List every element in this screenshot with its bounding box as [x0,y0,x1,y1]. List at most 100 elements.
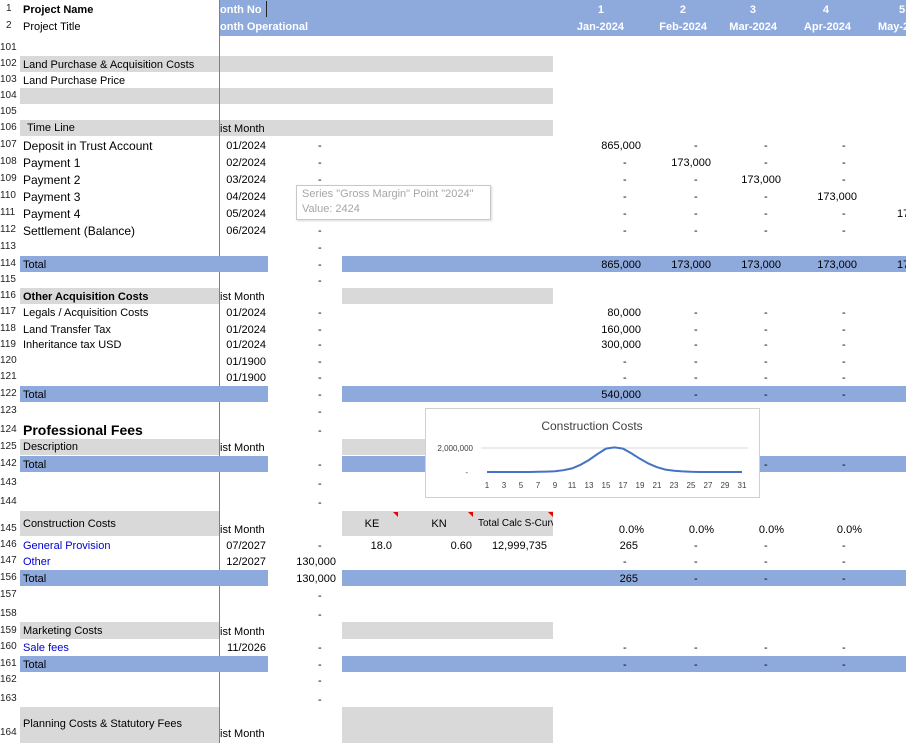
cell-dash[interactable]: - [764,323,768,337]
cell-dash[interactable]: - [842,139,846,153]
cell-date[interactable]: 01/2024 [220,139,266,153]
kn-header[interactable]: KN [410,517,468,531]
cell-header[interactable]: ist Month [220,290,265,304]
cell-dash[interactable]: - [842,539,846,553]
ke-header[interactable]: KE [342,517,402,531]
cell-label[interactable]: General Provision [23,539,110,553]
cell-label[interactable]: Other [23,555,51,569]
cell-dash[interactable]: - [842,355,846,369]
cell-value[interactable]: 130,000 [270,555,336,569]
cell-dash[interactable]: - [764,190,768,204]
cell-dash[interactable]: - [842,224,846,238]
cell-dash[interactable]: - [764,306,768,320]
cell-dash[interactable]: - [842,323,846,337]
cell-label[interactable]: Land Purchase Price [23,74,125,88]
cell-date[interactable]: 01/2024 [220,323,266,337]
cell-date[interactable]: 06/2024 [220,224,266,238]
cell-dash[interactable]: - [318,608,322,622]
cell-dash[interactable]: - [842,641,846,655]
cell-dash[interactable]: - [623,371,627,385]
cell-header[interactable]: ist Month [220,122,265,136]
total-dash[interactable]: - [764,572,768,586]
cell-dash[interactable]: - [694,190,698,204]
cell-dash[interactable]: - [318,306,322,320]
cell-dash[interactable]: - [764,555,768,569]
cell-value[interactable]: 17 [897,207,906,221]
total-value[interactable]: 17 [897,258,906,272]
cell-label[interactable]: Sale fees [23,641,69,655]
cell-dash[interactable]: - [318,323,322,337]
cell-date[interactable]: 05/2024 [220,207,266,221]
cell-dash[interactable]: - [318,338,322,352]
cell-percent[interactable]: 0.0% [780,523,862,537]
cell-dash[interactable]: - [318,641,322,655]
cell-dash[interactable]: - [764,539,768,553]
total-dash[interactable]: - [842,388,846,402]
cell-dash[interactable]: - [694,207,698,221]
cell-percent[interactable]: 0.0% [560,523,644,537]
total-label[interactable]: Total [23,258,46,272]
cell-dash[interactable]: - [623,173,627,187]
cell-label[interactable]: Time Line [27,121,75,135]
ke-value[interactable]: 18.0 [342,539,392,553]
total-value[interactable]: 173,000 [640,258,711,272]
cell-dash[interactable]: - [842,156,846,170]
total-dash[interactable]: - [842,658,846,672]
cell-dash[interactable]: - [623,190,627,204]
cell-dash[interactable]: - [318,241,322,255]
construction-costs-chart[interactable]: Construction Costs 2,000,000 - 1 3 5 7 9 11 13… [425,408,760,498]
total-value[interactable]: 265 [560,572,638,586]
cell-dash[interactable]: - [694,338,698,352]
cell-dash[interactable]: - [318,274,322,288]
cell-label[interactable]: Deposit in Trust Account [23,139,152,153]
cell-dash[interactable]: - [764,641,768,655]
cell-dash[interactable]: - [764,156,768,170]
cell-dash[interactable]: - [623,555,627,569]
cell-dash[interactable]: - [623,207,627,221]
cell-dash[interactable]: - [318,405,322,419]
project-title-cell[interactable]: Project Title [23,20,80,34]
cell-label[interactable]: Description [23,440,78,454]
total-value[interactable]: 173,000 [780,258,857,272]
total-value[interactable]: 173,000 [710,258,781,272]
cell-label[interactable]: Marketing Costs [23,624,102,638]
cell-value[interactable]: 130,000 [270,572,336,586]
total-label[interactable]: Total [23,572,46,586]
total-calc-value[interactable]: 12,999,735 [478,539,547,553]
cell-dash[interactable]: - [318,658,322,672]
cell-date[interactable]: 01/2024 [220,306,266,320]
cell-dash[interactable]: - [764,224,768,238]
total-dash[interactable]: - [694,388,698,402]
comment-indicator-icon[interactable] [548,512,553,517]
cell-dash[interactable]: - [318,424,322,438]
kn-value[interactable]: 0.60 [410,539,472,553]
comment-indicator-icon[interactable] [393,512,398,517]
cell-dash[interactable]: - [842,173,846,187]
cell-dash[interactable]: - [318,371,322,385]
cell-date[interactable]: 11/2026 [220,641,266,655]
project-name-cell[interactable]: Project Name [23,3,93,17]
cell-dash[interactable]: - [623,224,627,238]
cell-dash[interactable]: - [318,693,322,707]
total-dash[interactable]: - [764,458,768,472]
cell-dash[interactable]: - [694,555,698,569]
cell-label[interactable]: Payment 3 [23,190,80,204]
cell-header[interactable]: ist Month [220,625,265,639]
cell-dash[interactable]: - [318,388,322,402]
total-label[interactable]: Total [23,388,46,402]
cell-dash[interactable]: - [694,641,698,655]
cell-label[interactable]: Payment 4 [23,207,80,221]
cell-date[interactable]: 02/2024 [220,156,266,170]
cell-dash[interactable]: - [694,306,698,320]
cell-label[interactable]: Payment 1 [23,156,80,170]
cell-dash[interactable]: - [694,139,698,153]
cell-dash[interactable]: - [623,641,627,655]
series-line[interactable] [487,446,742,473]
cell-dash[interactable]: - [318,496,322,510]
total-dash[interactable]: - [694,658,698,672]
cell-dash[interactable]: - [842,371,846,385]
cell-dash[interactable]: - [694,323,698,337]
cell-dash[interactable]: - [764,207,768,221]
cell-label[interactable]: Inheritance tax USD [23,338,121,352]
cell-header[interactable]: ist Month [220,727,265,741]
